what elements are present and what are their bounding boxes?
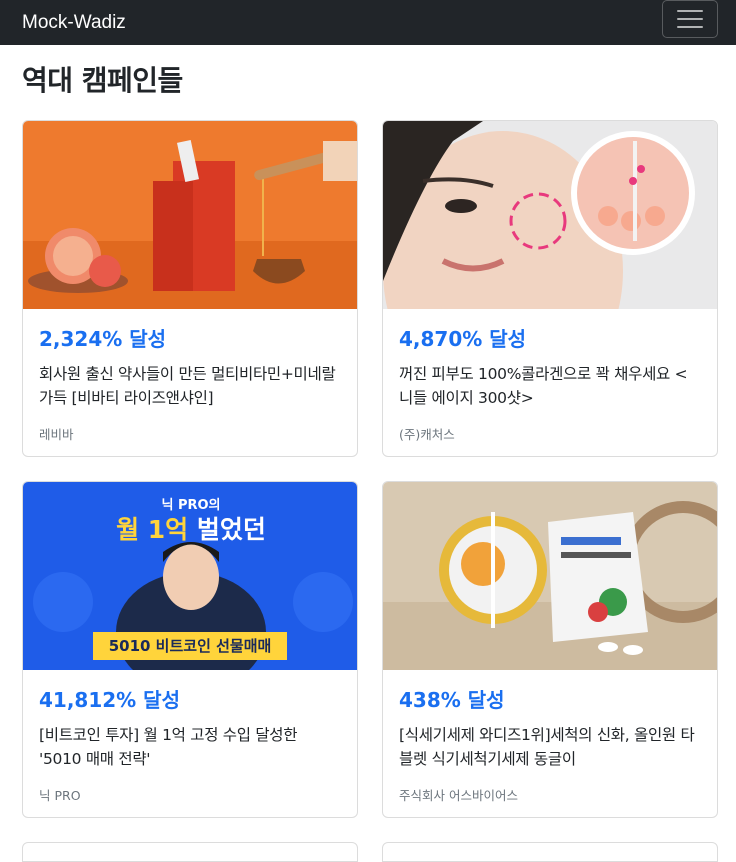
brand-logo[interactable]: Mock-Wadiz: [22, 12, 126, 34]
funding-rate: 4,870% 달성: [399, 327, 527, 351]
funding-rate: 438% 달성: [399, 688, 505, 712]
next-row-cards: [22, 842, 718, 862]
campaign-grid: 2,324% 달성 회사원 출신 약사들이 만든 멀티비타민+미네랄 가득 [비…: [22, 120, 718, 818]
maker-name: (주)캐처스: [399, 427, 455, 442]
maker-name: 닉 PRO: [39, 788, 81, 803]
campaign-card-partial[interactable]: [382, 842, 718, 862]
funding-rate: 41,812% 달성: [39, 688, 180, 712]
dishwasher-tablet-photo: [383, 482, 717, 670]
campaign-card-partial[interactable]: [22, 842, 358, 862]
page-title: 역대 캠페인들: [22, 64, 183, 97]
banner-headline-rest: 벌었던: [188, 515, 266, 544]
campaign-title[interactable]: [식세기세제 와디즈1위]세척의 신화, 올인원 타블렛 식기세척기세제 동글이: [399, 723, 701, 771]
banner-tag: 5010 비트코인 선물매매: [93, 632, 287, 660]
skincare-model-photo: [383, 121, 717, 309]
banner-headline-highlight: 월 1억: [116, 515, 189, 544]
campaign-card[interactable]: 2,324% 달성 회사원 출신 약사들이 만든 멀티비타민+미네랄 가득 [비…: [22, 120, 358, 457]
campaign-title[interactable]: 꺼진 피부도 100%콜라겐으로 꽉 채우세요 <니들 에이지 300샷>: [399, 362, 701, 410]
vitamin-product-photo: [23, 121, 357, 309]
bitcoin-course-banner: 닉 PRO의 월 1억 벌었던 5010 비트코인 선물매매: [23, 482, 357, 670]
banner-headline: 월 1억 벌었던: [23, 510, 357, 546]
maker-name: 레비바: [39, 427, 74, 442]
campaign-card[interactable]: 438% 달성 [식세기세제 와디즈1위]세척의 신화, 올인원 타블렛 식기세…: [382, 481, 718, 818]
funding-rate: 2,324% 달성: [39, 327, 167, 351]
hamburger-icon-bar: [677, 9, 703, 12]
hamburger-icon-bar: [677, 25, 703, 28]
campaign-title[interactable]: 회사원 출신 약사들이 만든 멀티비타민+미네랄 가득 [비바티 라이즈앤샤인]: [39, 362, 341, 410]
campaign-title[interactable]: [비트코인 투자] 월 1억 고정 수입 달성한 '5010 매매 전략': [39, 723, 341, 771]
hamburger-menu-button[interactable]: [662, 0, 718, 38]
navbar: Mock-Wadiz: [0, 0, 736, 45]
maker-name: 주식회사 어스바이어스: [399, 788, 518, 803]
campaign-card[interactable]: 닉 PRO의 월 1억 벌었던 5010 비트코인 선물매매 41,812% 달…: [22, 481, 358, 818]
hamburger-icon-bar: [677, 17, 703, 20]
campaign-card[interactable]: 4,870% 달성 꺼진 피부도 100%콜라겐으로 꽉 채우세요 <니들 에이…: [382, 120, 718, 457]
